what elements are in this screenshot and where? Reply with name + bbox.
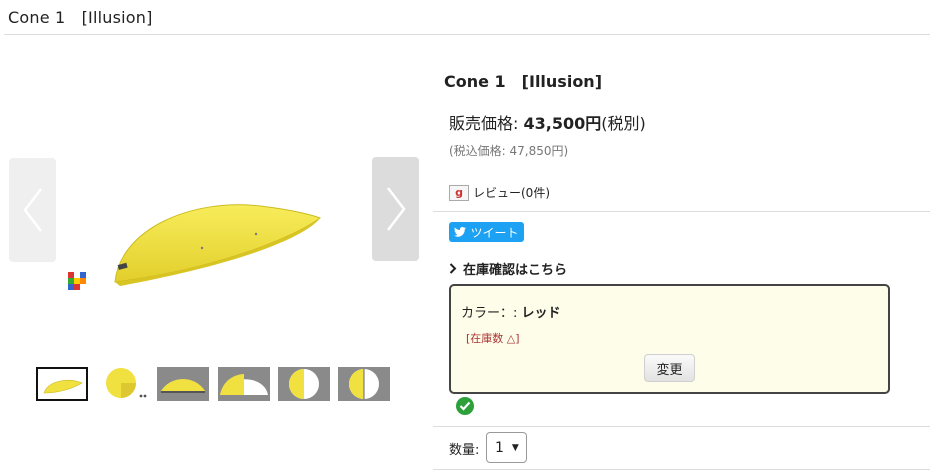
thumbnail-3[interactable] (157, 367, 209, 401)
dropdown-arrow-icon: ▼ (511, 442, 519, 453)
thumbnail-2[interactable] (97, 367, 149, 401)
price-prefix: 販売価格: (449, 114, 519, 133)
gallery-prev-button[interactable] (9, 158, 56, 262)
option-stock-status: [在庫数 △] (466, 332, 520, 345)
option-label: カラー：: (461, 306, 518, 321)
thumbnail-6[interactable] (338, 367, 390, 401)
chevron-right-icon (386, 187, 406, 231)
quantity-label: 数量: (449, 443, 480, 458)
chevron-right-icon (449, 263, 457, 274)
option-label-row: カラー：: レッド (461, 302, 561, 321)
thumbnail-1[interactable] (36, 367, 88, 401)
chevron-left-icon (22, 188, 42, 232)
price-suffix: (税別) (601, 114, 646, 133)
review-service-icon: g (449, 184, 469, 201)
divider (433, 469, 930, 470)
review-count: レビュー(0件) (473, 186, 550, 200)
divider (433, 211, 930, 212)
quantity-value: 1 (495, 439, 504, 456)
tweet-label: ツイート (470, 225, 519, 240)
option-value: レッド (521, 306, 561, 321)
tweet-button[interactable]: ツイート (449, 222, 524, 242)
price-row: 販売価格: 43,500円(税別) (449, 110, 646, 134)
price-amount: 43,500円 (523, 114, 602, 133)
stock-check-label: 在庫確認はこちら (463, 263, 568, 278)
thumbnail-5[interactable] (278, 367, 330, 401)
gallery-next-button[interactable] (372, 157, 419, 261)
check-circle-icon (456, 397, 474, 415)
product-main-image (68, 204, 322, 290)
twitter-bird-icon (454, 227, 467, 237)
divider (4, 34, 930, 35)
thumbnail-4[interactable] (218, 367, 270, 401)
stock-check-link[interactable]: 在庫確認はこちら (449, 259, 567, 278)
change-option-button[interactable]: 変更 (644, 354, 695, 382)
quantity-select[interactable]: 1 ▼ (486, 432, 527, 463)
divider (433, 426, 930, 427)
review-link[interactable]: g レビュー(0件) (449, 184, 550, 201)
product-name: Cone 1 [Illusion] (444, 72, 603, 91)
tax-included-price: (税込価格: 47,850円) (449, 144, 569, 158)
option-panel: カラー：: レッド [在庫数 △] 変更 (449, 284, 890, 394)
page-title: Cone 1 [Illusion] (8, 8, 153, 27)
